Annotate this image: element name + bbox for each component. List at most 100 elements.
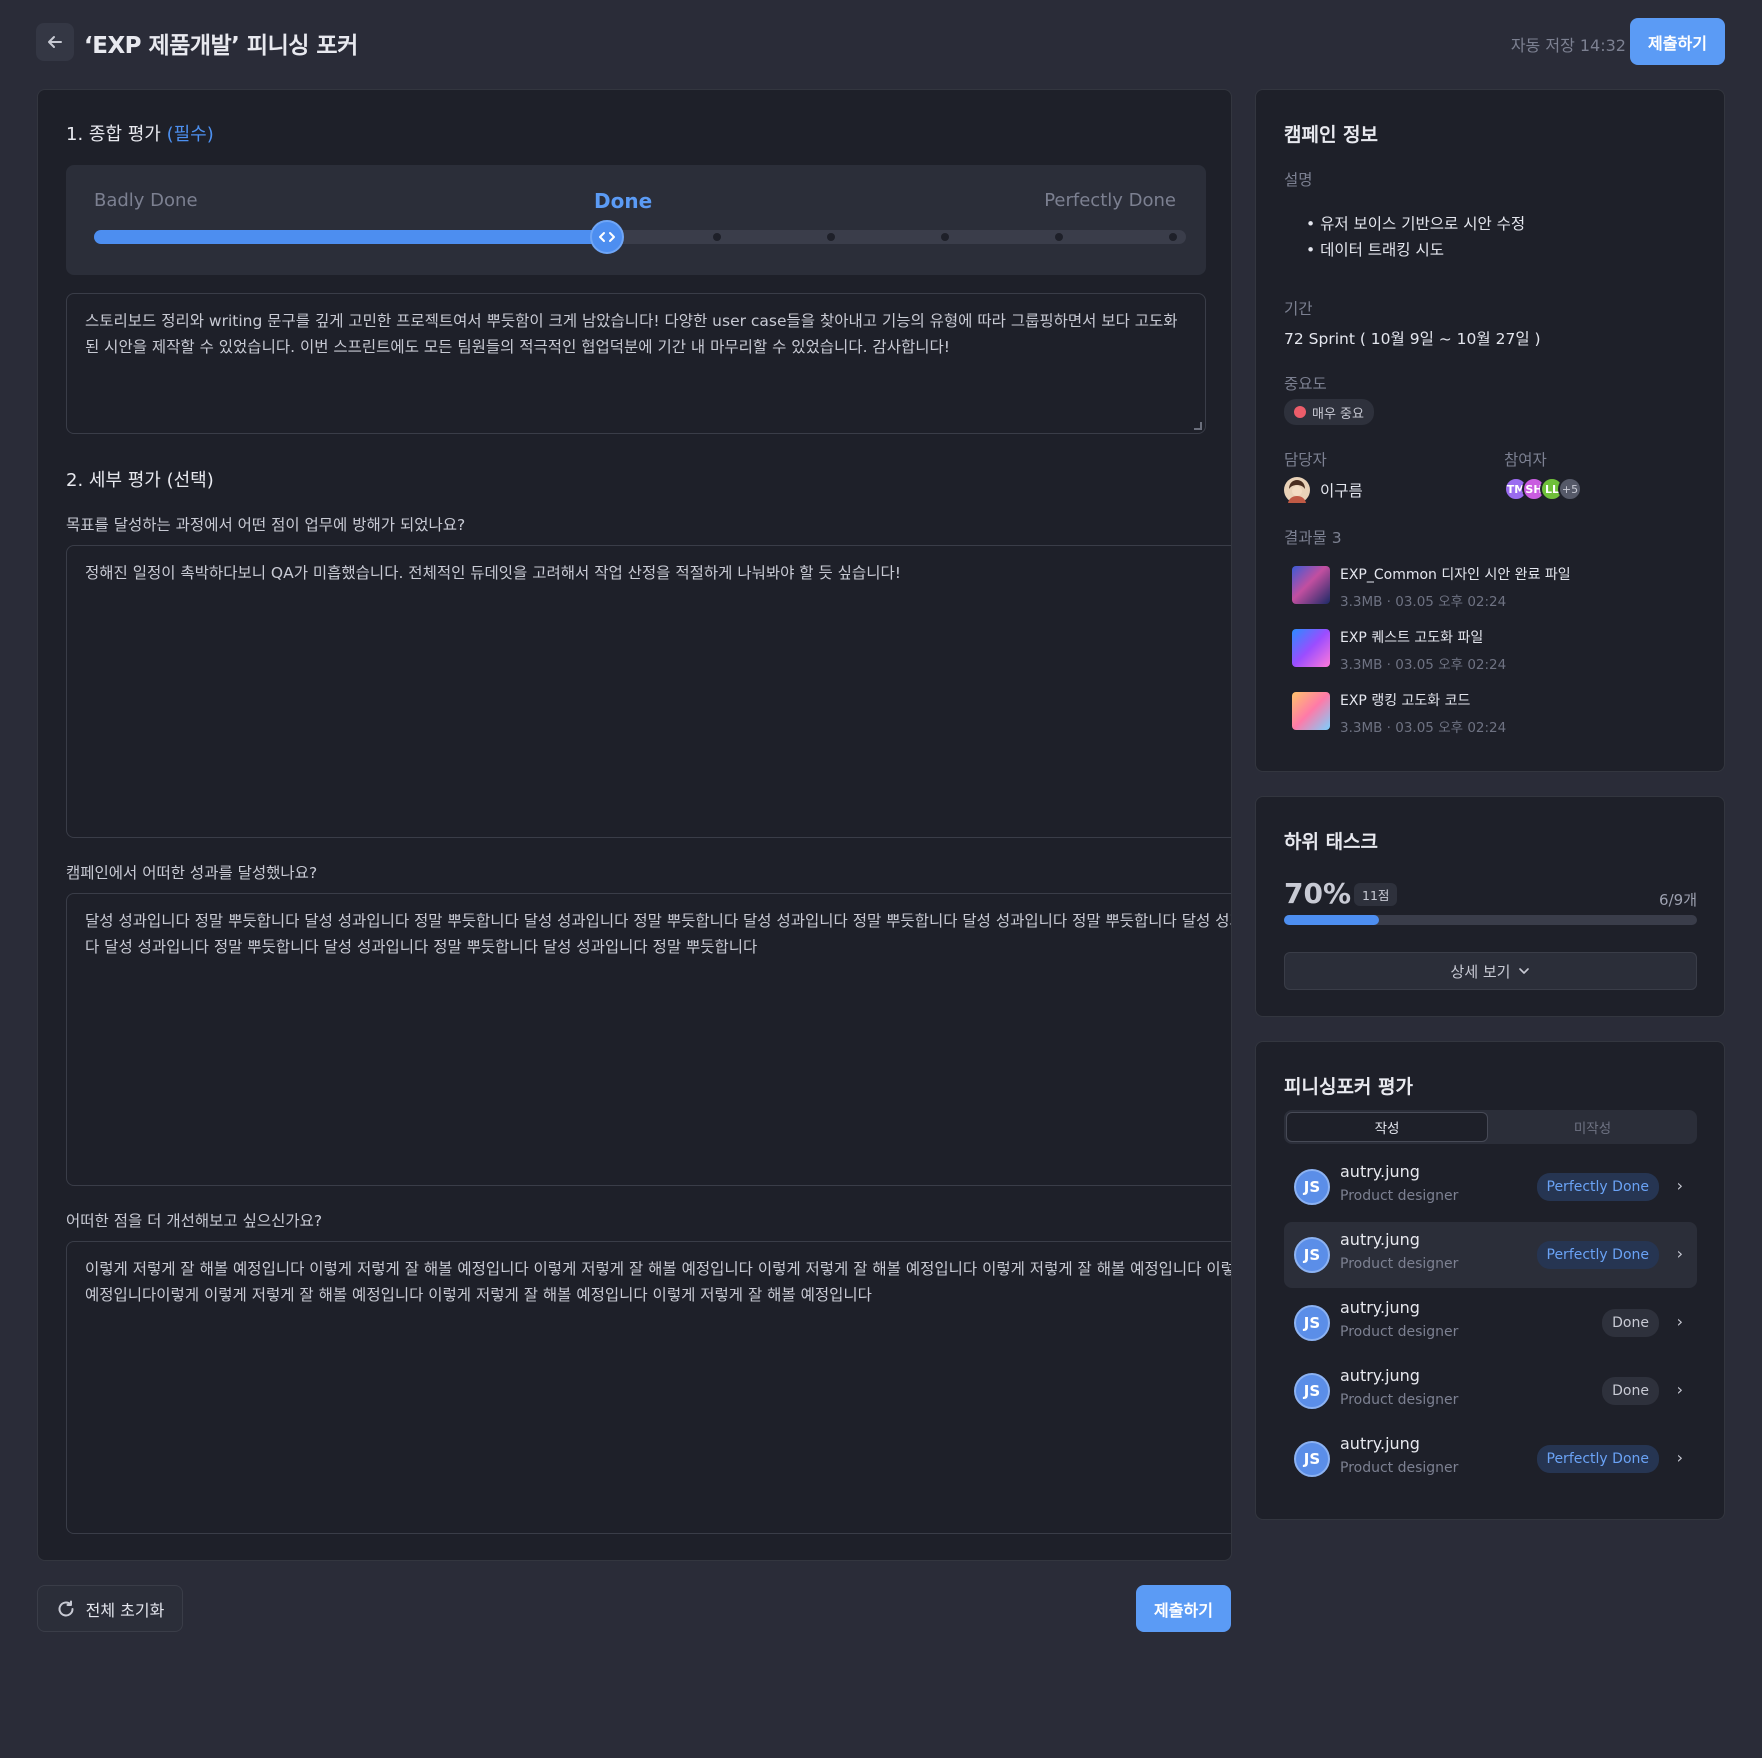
owner-label: 담당자 [1284, 451, 1327, 469]
avatar: JS [1294, 1441, 1330, 1477]
slider-fill [94, 230, 608, 244]
autosave-status: 자동 저장 14:32 [1510, 36, 1626, 55]
period-label: 기간 [1284, 300, 1313, 318]
slider-tick [941, 233, 949, 241]
description-item: • 유저 보이스 기반으로 시안 수정 [1306, 215, 1526, 233]
arrow-left-icon [48, 36, 62, 48]
subtasks-count: 6/9개 [1659, 891, 1697, 909]
chevron-right-icon: › [1676, 1312, 1683, 1331]
resize-handle-icon[interactable] [1194, 422, 1202, 430]
detail-section-title: 2. 세부 평가 (선택) [66, 470, 214, 491]
owner[interactable]: 이구름 [1284, 477, 1363, 503]
evaluator-name: autry.jung [1340, 1298, 1420, 1317]
evaluation-row[interactable]: JS autry.jung Product designer Perfectly… [1284, 1154, 1697, 1220]
question-label: 캠페인에서 어떠한 성과를 달성했나요? [66, 864, 318, 882]
outputs-label: 결과물 3 [1284, 529, 1342, 547]
chevron-down-icon [1519, 968, 1530, 974]
refresh-icon [58, 1600, 74, 1616]
evaluation-row[interactable]: JS autry.jung Product designer Perfectly… [1284, 1222, 1697, 1288]
evaluator-name: autry.jung [1340, 1366, 1420, 1385]
importance-dot-icon [1294, 406, 1306, 418]
rating-badge: Perfectly Done [1536, 1445, 1659, 1473]
evaluator-name: autry.jung [1340, 1162, 1420, 1181]
evaluator-role: Product designer [1340, 1392, 1459, 1408]
evaluator-name: autry.jung [1340, 1230, 1420, 1249]
campaign-info-title: 캠페인 정보 [1284, 124, 1379, 146]
finishing-poker-evaluations-card: 피니싱포커 평가 작성 미작성 JS autry.jung Product de… [1255, 1041, 1725, 1520]
slider-thumb[interactable] [590, 220, 625, 254]
subtasks-progress [1284, 915, 1697, 925]
description-label: 설명 [1284, 171, 1313, 189]
overall-comment-field[interactable]: 스토리보드 정리와 writing 문구를 깊게 고민한 프로젝트여서 뿌듯함이… [66, 293, 1206, 434]
evaluations-title: 피니싱포커 평가 [1284, 1076, 1413, 1098]
period-value: 72 Sprint ( 10월 9일 ~ 10월 27일 ) [1284, 330, 1541, 348]
participants-label: 참여자 [1504, 451, 1547, 469]
evaluation-form: 1. 종합 평가 (필수) Badly Done Done Perfectly … [37, 89, 1232, 1561]
answer-field-achievements[interactable]: 달성 성과입니다 정말 뿌듯합니다 달성 성과입니다 정말 뿌듯합니다 달성 성… [66, 893, 1231, 1186]
rating-badge: Perfectly Done [1536, 1241, 1659, 1269]
submit-button-bottom[interactable]: 제출하기 [1136, 1585, 1231, 1632]
reset-all-button[interactable]: 전체 초기화 [37, 1585, 183, 1632]
slider-label-right: Perfectly Done [1044, 190, 1176, 211]
avatar: JS [1294, 1373, 1330, 1409]
avatar: JS [1294, 1237, 1330, 1273]
chevron-right-icon: › [1676, 1380, 1683, 1399]
required-mark: (필수) [166, 124, 214, 145]
reset-label: 전체 초기화 [85, 1600, 165, 1620]
overall-rating-slider: Badly Done Done Perfectly Done [66, 165, 1206, 275]
chevron-right-icon: › [1676, 1176, 1683, 1195]
drag-handle-icon [599, 232, 616, 242]
evaluator-name: autry.jung [1340, 1434, 1420, 1453]
campaign-info-card: 캠페인 정보 설명 • 유저 보이스 기반으로 시안 수정 • 데이터 트래킹 … [1255, 89, 1725, 772]
avatar: JS [1294, 1169, 1330, 1205]
back-button[interactable] [36, 23, 74, 61]
importance-label: 중요도 [1284, 375, 1327, 393]
evaluation-row[interactable]: JS autry.jung Product designer Done › [1284, 1358, 1697, 1424]
avatar: JS [1294, 1305, 1330, 1341]
chevron-right-icon: › [1676, 1244, 1683, 1263]
answer-field-improvements[interactable]: 이렇게 저렇게 잘 해볼 예정입니다 이렇게 저렇게 잘 해볼 예정입니다 이렇… [66, 1241, 1231, 1534]
tab-written[interactable]: 작성 [1286, 1112, 1488, 1142]
chevron-right-icon: › [1676, 1448, 1683, 1467]
slider-tick [1055, 233, 1063, 241]
rating-badge: Done [1602, 1309, 1659, 1337]
submit-button-top[interactable]: 제출하기 [1630, 18, 1725, 65]
more-participants-badge: +5 [1558, 477, 1582, 501]
slider-tick [713, 233, 721, 241]
slider-label-center: Done [594, 189, 653, 213]
subtasks-percent: 70% [1284, 877, 1352, 910]
rating-badge: Perfectly Done [1536, 1173, 1659, 1201]
detail-view-button[interactable]: 상세 보기 [1284, 952, 1697, 990]
slider-tick [827, 233, 835, 241]
file-item[interactable]: EXP_Common 디자인 시안 완료 파일 3.3MB · 03.05 오후… [1292, 566, 1571, 610]
file-thumbnail [1292, 692, 1330, 730]
question-label: 어떠한 점을 더 개선해보고 싶으신가요? [66, 1212, 323, 1230]
file-item[interactable]: EXP 퀘스트 고도화 파일 3.3MB · 03.05 오후 02:24 [1292, 629, 1506, 673]
description-item: • 데이터 트래킹 시도 [1306, 241, 1445, 259]
participants-avatars[interactable]: TM SH LL +5 [1504, 477, 1582, 501]
page-title: ‘EXP 제품개발’ 피니싱 포커 [84, 33, 358, 59]
evaluator-role: Product designer [1340, 1188, 1459, 1204]
avatar [1284, 477, 1310, 503]
evaluator-role: Product designer [1340, 1324, 1459, 1340]
file-item[interactable]: EXP 랭킹 고도화 코드 3.3MB · 03.05 오후 02:24 [1292, 692, 1506, 736]
subtasks-card: 하위 태스크 70% 11점 6/9개 상세 보기 [1255, 796, 1725, 1017]
file-thumbnail [1292, 566, 1330, 604]
evaluator-role: Product designer [1340, 1256, 1459, 1272]
slider-label-left: Badly Done [94, 190, 198, 211]
answer-field-obstacles[interactable]: 정해진 일정이 촉박하다보니 QA가 미흡했습니다. 전체적인 듀데잇을 고려해… [66, 545, 1231, 838]
evaluation-row[interactable]: JS autry.jung Product designer Perfectly… [1284, 1426, 1697, 1492]
importance-badge: 매우 중요 [1284, 399, 1374, 425]
question-label: 목표를 달성하는 과정에서 어떤 점이 업무에 방해가 되었나요? [66, 516, 466, 534]
rating-badge: Done [1602, 1377, 1659, 1405]
slider-tick [1169, 233, 1177, 241]
points-badge: 11점 [1354, 883, 1398, 906]
evaluator-role: Product designer [1340, 1460, 1459, 1476]
overall-section-title: 1. 종합 평가 (필수) [66, 124, 214, 145]
evaluation-row[interactable]: JS autry.jung Product designer Done › [1284, 1290, 1697, 1356]
file-thumbnail [1292, 629, 1330, 667]
subtasks-progress-fill [1284, 915, 1379, 925]
tab-unwritten[interactable]: 미작성 [1490, 1112, 1695, 1142]
evaluation-tabs: 작성 미작성 [1284, 1110, 1697, 1144]
subtasks-title: 하위 태스크 [1284, 831, 1379, 853]
